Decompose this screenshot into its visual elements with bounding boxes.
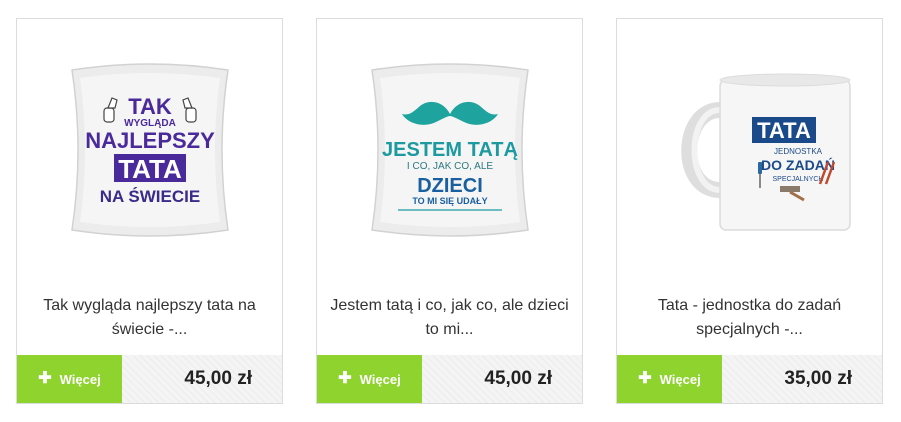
product-title[interactable]: Tak wygląda najlepszy tata na świecie -.… — [25, 294, 274, 342]
more-button-label: Więcej — [59, 371, 101, 387]
art-line-3: DZIECI — [417, 175, 483, 197]
more-button[interactable]: ✚ Więcej — [317, 355, 422, 403]
product-image[interactable]: TATA JEDNOSTKA DO ZADAŃ SPECJALNYCH — [617, 19, 882, 281]
mug-image: TATA JEDNOSTKA DO ZADAŃ SPECJALNYCH — [680, 73, 851, 231]
product-card: TAK WYGLĄDA NAJLEPSZY TATA NA ŚWIECIE Ta… — [16, 18, 283, 404]
more-button-label: Więcej — [359, 371, 401, 387]
art-line-4: TO MI SIĘ UDAŁY — [412, 196, 487, 206]
art-line-1: TAK — [128, 94, 172, 119]
more-button[interactable]: ✚ Więcej — [17, 355, 122, 403]
art-line-3: NAJLEPSZY — [85, 128, 215, 153]
product-price: 45,00 zł — [484, 368, 552, 389]
product-card: TATA JEDNOSTKA DO ZADAŃ SPECJALNYCH Tata… — [616, 18, 883, 404]
more-button[interactable]: ✚ Więcej — [617, 355, 722, 403]
art-line-5: NA ŚWIECIE — [99, 187, 199, 206]
product-card: JESTEM TATĄ I CO, JAK CO, ALE DZIECI TO … — [316, 18, 583, 404]
card-footer: ✚ Więcej 45,00 zł — [17, 355, 282, 403]
art-line-4: TATA — [118, 154, 182, 184]
product-price: 45,00 zł — [184, 368, 252, 389]
plus-icon: ✚ — [338, 370, 352, 387]
product-image[interactable]: TAK WYGLĄDA NAJLEPSZY TATA NA ŚWIECIE — [17, 19, 282, 281]
product-image[interactable]: JESTEM TATĄ I CO, JAK CO, ALE DZIECI TO … — [317, 19, 582, 281]
art-line-1: JESTEM TATĄ — [382, 139, 518, 161]
art-line-4: SPECJALNYCH — [772, 176, 823, 183]
art-line-2: I CO, JAK CO, ALE — [406, 161, 492, 172]
product-title[interactable]: Jestem tatą i co, jak co, ale dzieci to … — [325, 294, 574, 342]
plus-icon: ✚ — [638, 370, 652, 387]
card-footer: ✚ Więcej 45,00 zł — [317, 355, 582, 403]
more-button-label: Więcej — [659, 371, 701, 387]
product-price: 35,00 zł — [784, 368, 852, 389]
card-footer: ✚ Więcej 35,00 zł — [617, 355, 882, 403]
pillow-image: JESTEM TATĄ I CO, JAK CO, ALE DZIECI TO … — [370, 63, 529, 237]
art-line-1: TATA — [757, 118, 811, 143]
pillow-image: TAK WYGLĄDA NAJLEPSZY TATA NA ŚWIECIE — [70, 63, 229, 237]
plus-icon: ✚ — [38, 370, 52, 387]
product-title[interactable]: Tata - jednostka do zadań specjalnych -.… — [625, 294, 874, 342]
art-line-2: JEDNOSTKA — [773, 147, 822, 156]
